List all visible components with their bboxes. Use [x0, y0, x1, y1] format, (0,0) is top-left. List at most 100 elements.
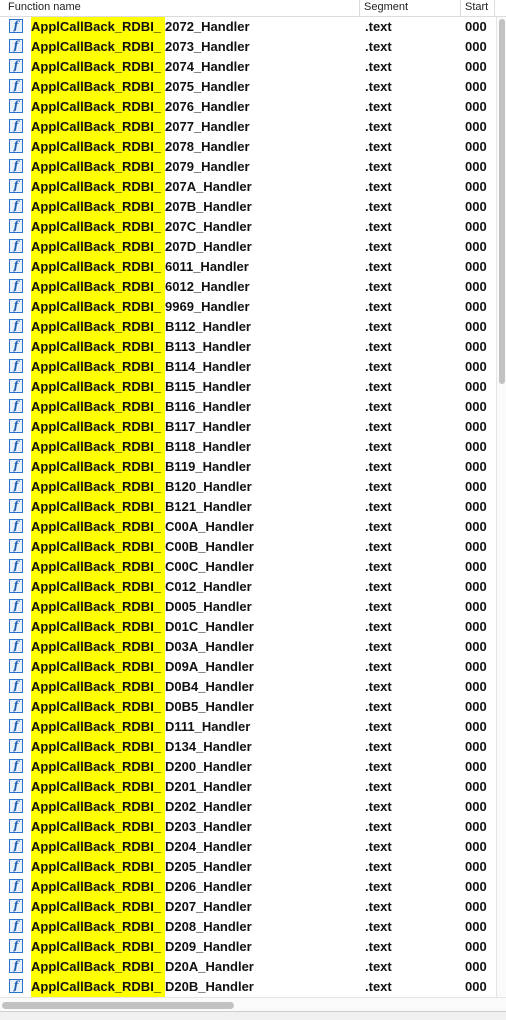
function-name-cell: ApplCallBack_RDBI_ D0B4_Handler [31, 677, 254, 697]
table-row[interactable]: f ApplCallBack_RDBI_ C00A_Handler .text 000 [0, 517, 496, 537]
function-name-cell: ApplCallBack_RDBI_ 2075_Handler [31, 77, 250, 97]
function-icon: f [9, 219, 23, 233]
table-row[interactable]: f ApplCallBack_RDBI_ 2078_Handler .text 000 [0, 137, 496, 157]
table-row[interactable]: f ApplCallBack_RDBI_ D20A_Handler .text 000 [0, 957, 496, 977]
segment-cell: .text [365, 399, 392, 414]
function-name-cell: ApplCallBack_RDBI_ B120_Handler [31, 477, 252, 497]
search-match-highlight: ApplCallBack_RDBI_ [31, 577, 165, 597]
segment-cell: .text [365, 639, 392, 654]
function-name-cell: ApplCallBack_RDBI_ D03A_Handler [31, 637, 254, 657]
function-name-cell: ApplCallBack_RDBI_ D20B_Handler [31, 977, 254, 997]
function-name-suffix: D20B_Handler [165, 979, 254, 994]
table-row[interactable]: f ApplCallBack_RDBI_ D111_Handler .text 000 [0, 717, 496, 737]
function-icon: f [9, 359, 23, 373]
table-row[interactable]: f ApplCallBack_RDBI_ 207C_Handler .text 000 [0, 217, 496, 237]
table-row[interactable]: f ApplCallBack_RDBI_ C00B_Handler .text 000 [0, 537, 496, 557]
function-name-cell: ApplCallBack_RDBI_ D205_Handler [31, 857, 252, 877]
table-row[interactable]: f ApplCallBack_RDBI_ 2075_Handler .text 000 [0, 77, 496, 97]
table-row[interactable]: f ApplCallBack_RDBI_ D03A_Handler .text 000 [0, 637, 496, 657]
table-row[interactable]: f ApplCallBack_RDBI_ 6011_Handler .text 000 [0, 257, 496, 277]
search-match-highlight: ApplCallBack_RDBI_ [31, 857, 165, 877]
segment-cell: .text [365, 539, 392, 554]
function-name-cell: ApplCallBack_RDBI_ D09A_Handler [31, 657, 254, 677]
table-row[interactable]: f ApplCallBack_RDBI_ B116_Handler .text 000 [0, 397, 496, 417]
column-divider[interactable] [460, 0, 461, 16]
function-name-cell: ApplCallBack_RDBI_ D201_Handler [31, 777, 252, 797]
function-icon: f [9, 339, 23, 353]
table-row[interactable]: f ApplCallBack_RDBI_ D0B5_Handler .text 000 [0, 697, 496, 717]
table-row[interactable]: f ApplCallBack_RDBI_ D205_Handler .text 000 [0, 857, 496, 877]
function-icon: f [9, 979, 23, 993]
function-icon: f [9, 659, 23, 673]
table-row[interactable]: f ApplCallBack_RDBI_ B120_Handler .text 000 [0, 477, 496, 497]
table-row[interactable]: f ApplCallBack_RDBI_ 207A_Handler .text 000 [0, 177, 496, 197]
table-row[interactable]: f ApplCallBack_RDBI_ B121_Handler .text 000 [0, 497, 496, 517]
column-header-segment[interactable]: Segment [364, 0, 459, 16]
search-match-highlight: ApplCallBack_RDBI_ [31, 957, 165, 977]
search-match-highlight: ApplCallBack_RDBI_ [31, 97, 165, 117]
vertical-scroll-thumb[interactable] [499, 19, 505, 384]
segment-cell: .text [365, 559, 392, 574]
table-row[interactable]: f ApplCallBack_RDBI_ D202_Handler .text 000 [0, 797, 496, 817]
function-name-cell: ApplCallBack_RDBI_ D208_Handler [31, 917, 252, 937]
table-row[interactable]: f ApplCallBack_RDBI_ D203_Handler .text 000 [0, 817, 496, 837]
table-row[interactable]: f ApplCallBack_RDBI_ D134_Handler .text 000 [0, 737, 496, 757]
table-row[interactable]: f ApplCallBack_RDBI_ D201_Handler .text 000 [0, 777, 496, 797]
search-match-highlight: ApplCallBack_RDBI_ [31, 157, 165, 177]
segment-cell: .text [365, 599, 392, 614]
column-divider[interactable] [359, 0, 360, 16]
table-row[interactable]: f ApplCallBack_RDBI_ B113_Handler .text 000 [0, 337, 496, 357]
table-row[interactable]: f ApplCallBack_RDBI_ 207D_Handler .text 000 [0, 237, 496, 257]
column-divider[interactable] [494, 0, 495, 16]
table-row[interactable]: f ApplCallBack_RDBI_ C012_Handler .text 000 [0, 577, 496, 597]
table-row[interactable]: f ApplCallBack_RDBI_ D204_Handler .text 000 [0, 837, 496, 857]
table-row[interactable]: f ApplCallBack_RDBI_ C00C_Handler .text 000 [0, 557, 496, 577]
table-row[interactable]: f ApplCallBack_RDBI_ D206_Handler .text 000 [0, 877, 496, 897]
table-row[interactable]: f ApplCallBack_RDBI_ 2077_Handler .text 000 [0, 117, 496, 137]
function-icon: f [9, 539, 23, 553]
table-row[interactable]: f ApplCallBack_RDBI_ D005_Handler .text 000 [0, 597, 496, 617]
table-row[interactable]: f ApplCallBack_RDBI_ B114_Handler .text 000 [0, 357, 496, 377]
table-row[interactable]: f ApplCallBack_RDBI_ B112_Handler .text 000 [0, 317, 496, 337]
table-row[interactable]: f ApplCallBack_RDBI_ D0B4_Handler .text 000 [0, 677, 496, 697]
table-row[interactable]: f ApplCallBack_RDBI_ D209_Handler .text 000 [0, 937, 496, 957]
table-row[interactable]: f ApplCallBack_RDBI_ D20B_Handler .text 000 [0, 977, 496, 997]
table-row[interactable]: f ApplCallBack_RDBI_ 9969_Handler .text 000 [0, 297, 496, 317]
search-match-highlight: ApplCallBack_RDBI_ [31, 557, 165, 577]
table-row[interactable]: f ApplCallBack_RDBI_ 2079_Handler .text 000 [0, 157, 496, 177]
table-row[interactable]: f ApplCallBack_RDBI_ B118_Handler .text 000 [0, 437, 496, 457]
table-row[interactable]: f ApplCallBack_RDBI_ D09A_Handler .text 000 [0, 657, 496, 677]
function-name-suffix: D202_Handler [165, 799, 252, 814]
table-row[interactable]: f ApplCallBack_RDBI_ 207B_Handler .text 000 [0, 197, 496, 217]
start-address-cell: 000 [465, 859, 487, 874]
table-row[interactable]: f ApplCallBack_RDBI_ B119_Handler .text 000 [0, 457, 496, 477]
function-list[interactable]: f ApplCallBack_RDBI_ 2072_Handler .text 000 f… [0, 17, 496, 997]
table-row[interactable]: f ApplCallBack_RDBI_ D01C_Handler .text 000 [0, 617, 496, 637]
horizontal-scroll-thumb[interactable] [2, 1002, 234, 1009]
table-row[interactable]: f ApplCallBack_RDBI_ 2073_Handler .text 000 [0, 37, 496, 57]
function-icon: f [9, 799, 23, 813]
horizontal-scrollbar[interactable] [0, 997, 506, 1011]
vertical-scrollbar[interactable] [496, 17, 506, 997]
column-header-start[interactable]: Start [465, 0, 495, 16]
table-row[interactable]: f ApplCallBack_RDBI_ B117_Handler .text 000 [0, 417, 496, 437]
segment-cell: .text [365, 479, 392, 494]
function-icon: f [9, 319, 23, 333]
table-row[interactable]: f ApplCallBack_RDBI_ D208_Handler .text 000 [0, 917, 496, 937]
table-row[interactable]: f ApplCallBack_RDBI_ B115_Handler .text 000 [0, 377, 496, 397]
column-header-function-name[interactable]: Function name [8, 0, 358, 16]
segment-cell: .text [365, 919, 392, 934]
table-row[interactable]: f ApplCallBack_RDBI_ 6012_Handler .text 000 [0, 277, 496, 297]
table-row[interactable]: f ApplCallBack_RDBI_ 2076_Handler .text 000 [0, 97, 496, 117]
search-match-highlight: ApplCallBack_RDBI_ [31, 617, 165, 637]
function-name-suffix: 2078_Handler [165, 139, 250, 154]
table-row[interactable]: f ApplCallBack_RDBI_ 2074_Handler .text 000 [0, 57, 496, 77]
search-match-highlight: ApplCallBack_RDBI_ [31, 397, 165, 417]
table-row[interactable]: f ApplCallBack_RDBI_ 2072_Handler .text 000 [0, 17, 496, 37]
table-row[interactable]: f ApplCallBack_RDBI_ D200_Handler .text 000 [0, 757, 496, 777]
segment-cell: .text [365, 119, 392, 134]
function-icon: f [9, 299, 23, 313]
table-row[interactable]: f ApplCallBack_RDBI_ D207_Handler .text 000 [0, 897, 496, 917]
function-name-cell: ApplCallBack_RDBI_ B112_Handler [31, 317, 251, 337]
function-name-suffix: 2072_Handler [165, 19, 250, 34]
